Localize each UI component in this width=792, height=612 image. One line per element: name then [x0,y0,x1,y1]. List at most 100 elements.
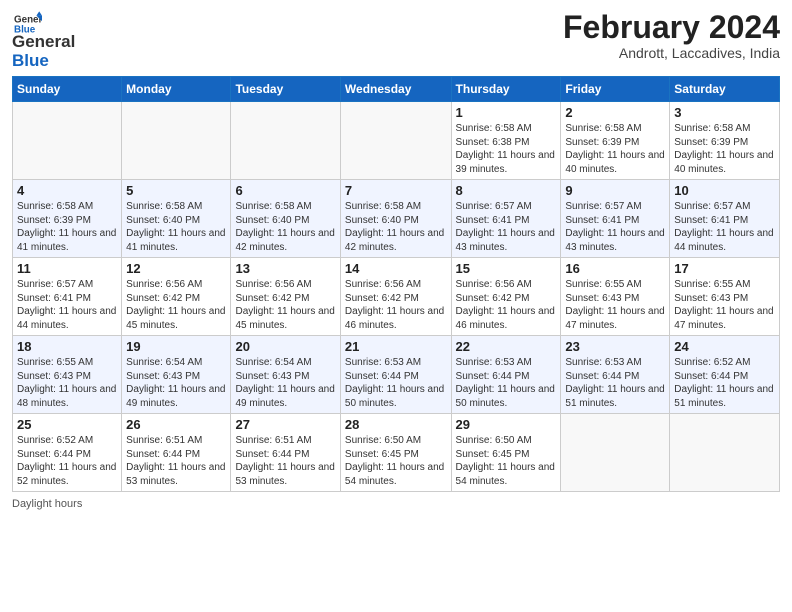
empty-cell [122,102,231,180]
weekday-thursday: Thursday [451,77,561,102]
day-cell-13: 13 Sunrise: 6:56 AM Sunset: 6:42 PM Dayli… [231,258,340,336]
day-cell-11: 11Sunrise: 6:57 AM Sunset: 6:41 PM Dayli… [13,258,122,336]
day-number: 24 [674,339,775,354]
day-cell-21: 21 Sunrise: 6:53 AM Sunset: 6:44 PM Dayli… [340,336,451,414]
weekday-sunday: Sunday [13,77,122,102]
day-cell-5: 5 Sunrise: 6:58 AM Sunset: 6:40 PM Daylig… [122,180,231,258]
day-number: 5 [126,183,226,198]
day-cell-17: 17 Sunrise: 6:55 AM Sunset: 6:43 PM Dayli… [670,258,780,336]
day-cell-12: 12Sunrise: 6:56 AM Sunset: 6:42 PM Dayli… [122,258,231,336]
day-info: Sunrise: 6:53 AM Sunset: 6:44 PM Dayligh… [345,356,447,410]
day-number: 15 [456,261,557,276]
day-cell-9: 9 Sunrise: 6:57 AM Sunset: 6:41 PM Daylig… [561,180,670,258]
day-number: 12 [126,261,226,276]
day-cell-14: 14 Sunrise: 6:56 AM Sunset: 6:42 PM Dayli… [340,258,451,336]
day-cell-20: 20 Sunrise: 6:54 AM Sunset: 6:43 PM Dayli… [231,336,340,414]
empty-cell [231,102,340,180]
day-number: 7 [345,183,447,198]
day-number: 27 [235,417,335,432]
day-number: 29 [456,417,557,432]
day-number: 21 [345,339,447,354]
day-info: Sunrise: 6:58 AM Sunset: 6:38 PM Dayligh… [456,122,557,176]
day-cell-1: 1 Sunrise: 6:58 AM Sunset: 6:38 PM Daylig… [451,102,561,180]
footer: Daylight hours [12,498,780,510]
day-number: 25 [17,417,117,432]
day-info: Sunrise: 6:55 AM Sunset: 6:43 PM Dayligh… [674,278,775,332]
day-info: Sunrise: 6:57 AM Sunset: 6:41 PM Dayligh… [674,200,775,254]
day-cell-2: 2Sunrise: 6:58 AM Sunset: 6:39 PM Daylig… [561,102,670,180]
day-number: 13 [235,261,335,276]
day-number: 11 [17,261,117,276]
day-number: 26 [126,417,226,432]
day-number: 23 [565,339,665,354]
day-number: 10 [674,183,775,198]
day-info: Sunrise: 6:52 AM Sunset: 6:44 PM Dayligh… [17,434,117,488]
day-cell-4: 4 Sunrise: 6:58 AM Sunset: 6:39 PM Daylig… [13,180,122,258]
week-row-4: 18 Sunrise: 6:55 AM Sunset: 6:43 PM Dayli… [13,336,780,414]
empty-cell [670,414,780,492]
day-number: 14 [345,261,447,276]
day-number: 8 [456,183,557,198]
weekday-friday: Friday [561,77,670,102]
day-cell-22: 22 Sunrise: 6:53 AM Sunset: 6:44 PM Dayli… [451,336,561,414]
day-cell-18: 18 Sunrise: 6:55 AM Sunset: 6:43 PM Dayli… [13,336,122,414]
empty-cell [561,414,670,492]
logo-line1: General [12,33,75,52]
day-info: Sunrise: 6:56 AM Sunset: 6:42 PM Dayligh… [235,278,335,332]
day-number: 4 [17,183,117,198]
day-info: Sunrise: 6:58 AM Sunset: 6:40 PM Dayligh… [126,200,226,254]
day-info: Sunrise: 6:53 AM Sunset: 6:44 PM Dayligh… [565,356,665,410]
day-info: Sunrise: 6:50 AM Sunset: 6:45 PM Dayligh… [345,434,447,488]
title-block: February 2024 Andrott, Laccadives, India [563,10,780,61]
day-number: 3 [674,105,775,120]
day-info: Sunrise: 6:58 AM Sunset: 6:39 PM Dayligh… [17,200,117,254]
daylight-hours-label: Daylight hours [12,498,82,510]
weekday-wednesday: Wednesday [340,77,451,102]
day-number: 1 [456,105,557,120]
empty-cell [340,102,451,180]
day-cell-24: 24 Sunrise: 6:52 AM Sunset: 6:44 PM Dayli… [670,336,780,414]
weekday-monday: Monday [122,77,231,102]
day-info: Sunrise: 6:50 AM Sunset: 6:45 PM Dayligh… [456,434,557,488]
day-info: Sunrise: 6:51 AM Sunset: 6:44 PM Dayligh… [235,434,335,488]
day-number: 20 [235,339,335,354]
day-number: 19 [126,339,226,354]
week-row-3: 11Sunrise: 6:57 AM Sunset: 6:41 PM Dayli… [13,258,780,336]
day-info: Sunrise: 6:53 AM Sunset: 6:44 PM Dayligh… [456,356,557,410]
day-number: 22 [456,339,557,354]
day-info: Sunrise: 6:57 AM Sunset: 6:41 PM Dayligh… [456,200,557,254]
month-title: February 2024 [563,10,780,45]
day-info: Sunrise: 6:55 AM Sunset: 6:43 PM Dayligh… [17,356,117,410]
day-info: Sunrise: 6:52 AM Sunset: 6:44 PM Dayligh… [674,356,775,410]
day-info: Sunrise: 6:54 AM Sunset: 6:43 PM Dayligh… [235,356,335,410]
day-number: 2 [565,105,665,120]
day-cell-25: 25 Sunrise: 6:52 AM Sunset: 6:44 PM Dayli… [13,414,122,492]
day-info: Sunrise: 6:56 AM Sunset: 6:42 PM Dayligh… [345,278,447,332]
day-info: Sunrise: 6:58 AM Sunset: 6:40 PM Dayligh… [235,200,335,254]
day-cell-23: 23 Sunrise: 6:53 AM Sunset: 6:44 PM Dayli… [561,336,670,414]
day-number: 6 [235,183,335,198]
calendar: SundayMondayTuesdayWednesdayThursdayFrid… [12,76,780,492]
day-info: Sunrise: 6:58 AM Sunset: 6:39 PM Dayligh… [674,122,775,176]
empty-cell [13,102,122,180]
weekday-tuesday: Tuesday [231,77,340,102]
day-cell-28: 28Sunrise: 6:50 AM Sunset: 6:45 PM Dayli… [340,414,451,492]
day-info: Sunrise: 6:56 AM Sunset: 6:42 PM Dayligh… [456,278,557,332]
day-cell-29: 29 Sunrise: 6:50 AM Sunset: 6:45 PM Dayli… [451,414,561,492]
day-cell-3: 3 Sunrise: 6:58 AM Sunset: 6:39 PM Daylig… [670,102,780,180]
logo: General Blue General Blue [12,10,75,70]
day-number: 17 [674,261,775,276]
weekday-saturday: Saturday [670,77,780,102]
day-cell-8: 8 Sunrise: 6:57 AM Sunset: 6:41 PM Daylig… [451,180,561,258]
header: General Blue General Blue February 2024 … [12,10,780,70]
day-info: Sunrise: 6:57 AM Sunset: 6:41 PM Dayligh… [565,200,665,254]
day-cell-10: 10 Sunrise: 6:57 AM Sunset: 6:41 PM Dayli… [670,180,780,258]
day-number: 9 [565,183,665,198]
day-cell-26: 26Sunrise: 6:51 AM Sunset: 6:44 PM Dayli… [122,414,231,492]
day-cell-16: 16Sunrise: 6:55 AM Sunset: 6:43 PM Dayli… [561,258,670,336]
day-number: 18 [17,339,117,354]
day-cell-27: 27 Sunrise: 6:51 AM Sunset: 6:44 PM Dayli… [231,414,340,492]
day-info: Sunrise: 6:55 AM Sunset: 6:43 PM Dayligh… [565,278,665,332]
location-title: Andrott, Laccadives, India [563,45,780,61]
weekday-header-row: SundayMondayTuesdayWednesdayThursdayFrid… [13,77,780,102]
